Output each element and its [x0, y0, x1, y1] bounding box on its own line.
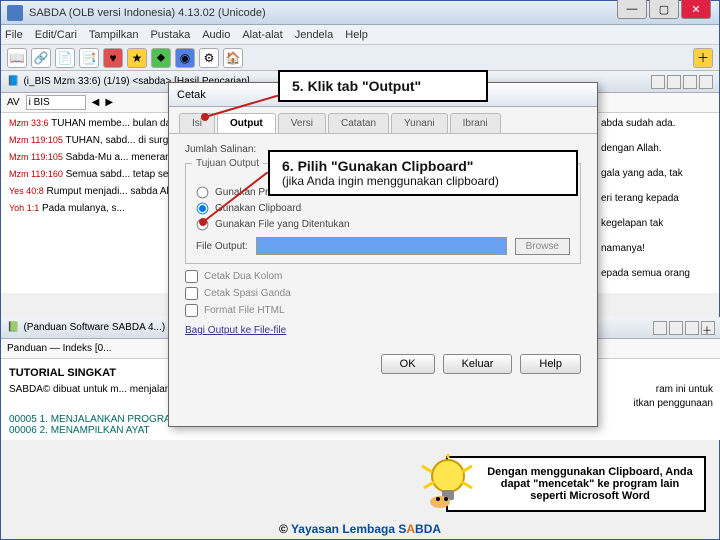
toolbar-btn[interactable]: 🏠	[223, 48, 243, 68]
pane-btn[interactable]	[699, 75, 713, 89]
snippet: epada semua orang	[601, 268, 690, 279]
chk-html[interactable]	[185, 304, 198, 317]
app-icon	[7, 5, 23, 21]
pane2-title: (Panduan Software SABDA 4...)	[23, 322, 165, 333]
tab-yunani[interactable]: Yunani	[391, 113, 448, 133]
titlebar: SABDA (OLB versi Indonesia) 4.13.02 (Uni…	[1, 1, 719, 25]
menu-audio[interactable]: Audio	[202, 29, 230, 41]
ok-button[interactable]: OK	[381, 354, 435, 374]
pane-btn[interactable]	[683, 75, 697, 89]
menu-alat[interactable]: Alat-alat	[242, 29, 282, 41]
nav-next-icon[interactable]: ▶	[105, 97, 113, 108]
snippet: kegelapan tak	[601, 218, 663, 229]
maximize-button[interactable]: ▢	[649, 0, 679, 19]
pane-icon: 📗	[7, 322, 19, 333]
split-output-link[interactable]: Bagi Output ke File-file	[185, 325, 286, 336]
group-legend: Tujuan Output	[192, 158, 263, 169]
lightbulb-icon	[418, 454, 478, 514]
close-button[interactable]: ✕	[681, 0, 711, 19]
file-label: File Output:	[196, 241, 248, 252]
file-output-input[interactable]	[256, 237, 507, 255]
pane-icon: 📘	[7, 76, 19, 87]
toolbar-btn[interactable]: ⚙	[199, 48, 219, 68]
toolbar-btn[interactable]: ♥	[103, 48, 123, 68]
chk-two-column[interactable]	[185, 270, 198, 283]
pane-btn[interactable]	[651, 75, 665, 89]
help-button[interactable]: Help	[520, 354, 581, 374]
print-dialog: Cetak Isi Output Versi Catatan Yunani Ib…	[168, 82, 598, 427]
pane-btn[interactable]	[653, 321, 667, 335]
menu-pustaka[interactable]: Pustaka	[150, 29, 190, 41]
toolbar-btn[interactable]: 📄	[55, 48, 75, 68]
snippet: namanya!	[601, 243, 645, 254]
menu-jendela[interactable]: Jendela	[295, 29, 334, 41]
tip-box: Dengan menggunakan Clipboard, Anda dapat…	[446, 456, 706, 512]
browse-button[interactable]: Browse	[515, 238, 570, 255]
toolbar-btn[interactable]: 📑	[79, 48, 99, 68]
pane-btn[interactable]	[685, 321, 699, 335]
snippet: gala yang ada, tak	[601, 168, 683, 179]
pane2-sub: Panduan — Indeks [0...	[7, 343, 112, 354]
pane-btn[interactable]: ＋	[701, 321, 715, 335]
snippet: eri terang kepada	[601, 193, 679, 204]
nav-prev-icon[interactable]: ◀	[92, 97, 100, 108]
menubar: File Edit/Cari Tampilkan Pustaka Audio A…	[1, 25, 719, 45]
av-label: AV	[7, 97, 20, 108]
pane-btn[interactable]	[669, 321, 683, 335]
tab-ibrani[interactable]: Ibrani	[450, 113, 501, 133]
minimize-button[interactable]: —	[617, 0, 647, 19]
callout-step6: 6. Pilih "Gunakan Clipboard" (jika Anda …	[268, 150, 578, 196]
menu-help[interactable]: Help	[345, 29, 368, 41]
toolbar-btn[interactable]: 📖	[7, 48, 27, 68]
menu-edit[interactable]: Edit/Cari	[35, 29, 77, 41]
snippet: dengan Allah.	[601, 143, 662, 154]
toolbar-btn[interactable]: ⬥	[151, 48, 171, 68]
snippet: abda sudah ada.	[601, 118, 676, 129]
menu-file[interactable]: File	[5, 29, 23, 41]
chk-double-space[interactable]	[185, 287, 198, 300]
pane-btn[interactable]	[667, 75, 681, 89]
toolbar-btn[interactable]: 🔗	[31, 48, 51, 68]
main-toolbar: 📖 🔗 📄 📑 ♥ ★ ⬥ ◉ ⚙ 🏠 ＋	[1, 45, 719, 71]
window-title: SABDA (OLB versi Indonesia) 4.13.02 (Uni…	[29, 7, 713, 19]
toolbar-btn[interactable]: ◉	[175, 48, 195, 68]
version-input[interactable]	[26, 95, 86, 110]
exit-button[interactable]: Keluar	[443, 354, 513, 374]
tab-catatan[interactable]: Catatan	[328, 113, 389, 133]
callout-step5: 5. Klik tab "Output"	[278, 70, 488, 102]
menu-tampilkan[interactable]: Tampilkan	[89, 29, 139, 41]
toolbar-btn[interactable]: ★	[127, 48, 147, 68]
add-icon[interactable]: ＋	[693, 48, 713, 68]
copyright: © Yayasan Lembaga SABDA	[0, 522, 720, 536]
